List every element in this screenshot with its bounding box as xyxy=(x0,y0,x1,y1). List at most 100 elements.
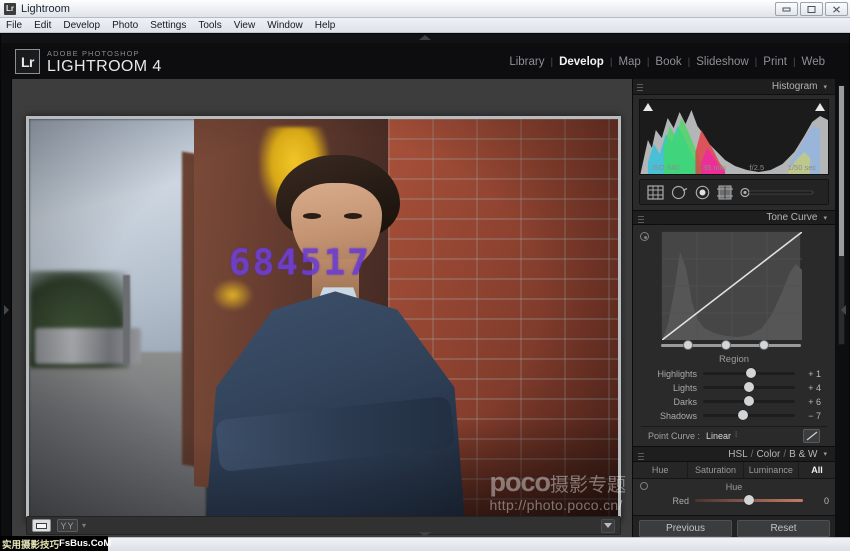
hsl-title[interactable]: HSL xyxy=(728,449,747,460)
hsl-section-label: Hue xyxy=(726,482,743,492)
expand-left-panel-arrow[interactable] xyxy=(4,305,9,315)
window-title: Lightroom xyxy=(21,3,70,15)
tone-curve-header[interactable]: Tone Curve ▾ xyxy=(633,210,835,225)
module-develop[interactable]: Develop xyxy=(553,56,610,68)
histogram-focal-length: 35 mm xyxy=(703,163,726,172)
target-adjustment-tool-icon[interactable] xyxy=(640,232,649,241)
module-web[interactable]: Web xyxy=(796,56,831,68)
panel-grip-icon xyxy=(638,214,644,223)
shadows-split-handle[interactable] xyxy=(683,340,693,350)
hsl-separator: / xyxy=(751,449,754,460)
chevron-down-icon[interactable]: ▾ xyxy=(823,450,827,458)
module-map[interactable]: Map xyxy=(612,56,646,68)
point-curve-value[interactable]: Linear xyxy=(706,431,731,441)
menu-help[interactable]: Help xyxy=(315,18,336,33)
menu-window[interactable]: Window xyxy=(267,18,303,33)
bw-title[interactable]: B & W xyxy=(789,449,817,460)
toolbar-toggle-button[interactable] xyxy=(601,519,615,533)
crop-overlay-icon[interactable] xyxy=(647,185,664,200)
split-rail-line xyxy=(661,344,801,347)
module-book[interactable]: Book xyxy=(649,56,687,68)
shadows-slider-knob[interactable] xyxy=(738,410,748,420)
histogram-metadata: ISO 640 35 mm f/2.5 1/50 sec xyxy=(640,163,828,172)
menu-settings[interactable]: Settings xyxy=(150,18,186,33)
collapse-top-panel-arrow[interactable] xyxy=(419,35,431,40)
tone-curve-split-rail xyxy=(661,339,801,351)
midtone-split-handle[interactable] xyxy=(721,340,731,350)
point-curve-edit-button[interactable] xyxy=(803,429,820,443)
tab-hue[interactable]: Hue xyxy=(633,462,688,479)
hsl-separator: / xyxy=(783,449,786,460)
shadows-slider[interactable] xyxy=(703,414,795,417)
compare-view-button[interactable]: YY xyxy=(57,519,78,532)
red-eye-icon[interactable] xyxy=(695,185,710,200)
histogram-header[interactable]: Histogram ▾ xyxy=(633,79,835,95)
window-titlebar: Lr Lightroom xyxy=(0,0,850,18)
module-picker: Library | Develop | Map | Book | Slidesh… xyxy=(503,56,831,68)
image-viewport: 684517 poco摄影专题 http://photo.poco.cn/ YY… xyxy=(12,79,632,541)
darks-slider[interactable] xyxy=(703,400,795,403)
identity-plate-text: ADOBE PHOTOSHOP LIGHTROOM 4 xyxy=(47,49,162,76)
lights-slider[interactable] xyxy=(703,386,795,389)
identity-plate-bar: Lr ADOBE PHOTOSHOP LIGHTROOM 4 Library |… xyxy=(1,43,849,79)
histogram-graph[interactable]: ISO 640 35 mm f/2.5 1/50 sec xyxy=(639,99,829,175)
right-panel: Histogram ▾ ISO 640 35 mm xyxy=(632,79,835,541)
lights-slider-knob[interactable] xyxy=(744,382,754,392)
module-library[interactable]: Library xyxy=(503,56,550,68)
spot-removal-icon[interactable] xyxy=(671,185,688,200)
point-curve-row: Point Curve : Linear ⁞ xyxy=(641,426,827,444)
point-curve-dropdown-icon[interactable]: ⁞ xyxy=(735,432,737,439)
loupe-view-button[interactable] xyxy=(32,519,51,532)
menu-edit[interactable]: Edit xyxy=(34,18,51,33)
tone-curve-graph[interactable] xyxy=(661,231,801,339)
toolbar-caret-icon[interactable]: ▾ xyxy=(82,521,86,530)
red-slider[interactable] xyxy=(695,499,803,502)
highlights-slider-knob[interactable] xyxy=(746,368,756,378)
panel-grip-icon xyxy=(638,451,644,460)
statusbar-watermark-en: FsBus.CoM xyxy=(59,538,111,549)
graduated-filter-icon[interactable] xyxy=(717,185,733,200)
menu-photo[interactable]: Photo xyxy=(112,18,138,33)
slider-row-highlights: Highlights + 1 xyxy=(641,367,827,380)
chevron-down-icon[interactable]: ▾ xyxy=(823,214,827,222)
highlights-slider[interactable] xyxy=(703,372,795,375)
maximize-button[interactable] xyxy=(800,2,823,16)
darks-slider-knob[interactable] xyxy=(744,396,754,406)
module-print[interactable]: Print xyxy=(757,56,793,68)
previous-button[interactable]: Previous xyxy=(639,520,732,537)
tab-luminance[interactable]: Luminance xyxy=(744,462,799,479)
panel-grip-icon xyxy=(637,82,643,91)
left-panel-collapsed[interactable] xyxy=(1,79,12,541)
app-icon: Lr xyxy=(4,3,16,15)
close-button[interactable] xyxy=(825,2,848,16)
darks-label: Darks xyxy=(647,397,703,407)
shadow-clipping-indicator[interactable] xyxy=(643,103,653,111)
highlights-value: + 1 xyxy=(795,369,821,379)
module-slideshow[interactable]: Slideshow xyxy=(690,56,754,68)
hsl-section-label-wrap: Hue xyxy=(633,482,835,492)
menu-develop[interactable]: Develop xyxy=(63,18,100,33)
red-value: 0 xyxy=(803,496,829,506)
reset-button[interactable]: Reset xyxy=(737,520,830,537)
adjustment-brush-icon[interactable] xyxy=(740,187,821,198)
red-label: Red xyxy=(639,496,695,506)
identity-subtitle: ADOBE PHOTOSHOP xyxy=(47,49,162,58)
expand-right-panel-arrow[interactable] xyxy=(841,305,846,315)
minimize-button[interactable] xyxy=(775,2,798,16)
hsl-color-bw-header[interactable]: HSL / Color / B & W ▾ xyxy=(633,446,835,462)
panel-scrollbar-thumb[interactable] xyxy=(839,86,844,256)
menu-tools[interactable]: Tools xyxy=(198,18,221,33)
color-title[interactable]: Color xyxy=(756,449,780,460)
target-adjustment-tool-icon[interactable] xyxy=(640,482,648,490)
highlights-split-handle[interactable] xyxy=(759,340,769,350)
photo-image[interactable]: 684517 xyxy=(29,119,618,520)
tab-all[interactable]: All xyxy=(799,462,835,479)
menu-view[interactable]: View xyxy=(234,18,256,33)
chevron-down-icon[interactable]: ▾ xyxy=(823,83,827,91)
highlight-clipping-indicator[interactable] xyxy=(815,103,825,111)
identity-title: LIGHTROOM 4 xyxy=(47,58,162,76)
red-slider-knob[interactable] xyxy=(744,495,754,505)
tab-saturation[interactable]: Saturation xyxy=(688,462,743,479)
menu-file[interactable]: File xyxy=(6,18,22,33)
tone-curve-svg xyxy=(662,232,802,340)
